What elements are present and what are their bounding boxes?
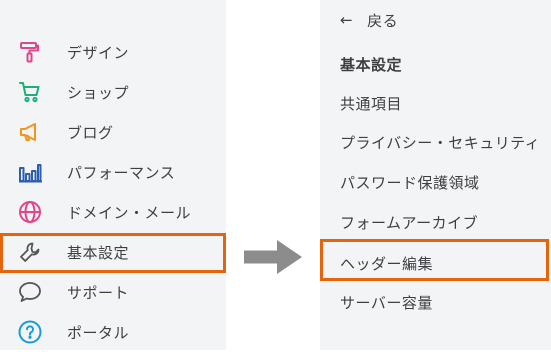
section-title: 基本設定 xyxy=(340,55,403,74)
menu-item-label: ブログ xyxy=(67,123,114,142)
back-label: 戻る xyxy=(367,11,399,30)
submenu-item-header-edit[interactable]: ヘッダー編集 xyxy=(320,243,551,283)
back-arrow-icon: ← xyxy=(340,11,354,29)
right-arrow-icon xyxy=(244,240,302,274)
megaphone-icon xyxy=(17,119,43,145)
menu-item-basic-settings[interactable]: 基本設定 xyxy=(0,232,226,272)
submenu-item-password-protected[interactable]: パスワード保護領域 xyxy=(320,162,551,202)
submenu-item-label: 共通項目 xyxy=(340,94,403,113)
menu-item-label: パフォーマンス xyxy=(67,163,176,182)
menu-item-label: ポータル xyxy=(67,323,130,342)
bar-chart-icon xyxy=(17,159,43,185)
back-button[interactable]: ← 戻る xyxy=(320,0,551,40)
menu-item-performance[interactable]: パフォーマンス xyxy=(0,152,226,192)
menu-item-blog[interactable]: ブログ xyxy=(0,112,226,152)
main-menu-panel: デザイン ショップ ブログ パフォーマンス ドメイン・メール 基本設定 サポート… xyxy=(0,0,226,350)
submenu-item-label: パスワード保護領域 xyxy=(340,173,480,192)
menu-item-design[interactable]: デザイン xyxy=(0,32,226,72)
menu-item-label: デザイン xyxy=(67,43,130,62)
basic-settings-submenu-panel: ← 戻る 基本設定 共通項目 プライバシー・セキュリティ パスワード保護領域 フ… xyxy=(320,0,551,350)
paint-roller-icon xyxy=(17,39,43,65)
submenu-item-label: サーバー容量 xyxy=(340,293,433,312)
submenu-item-label: プライバシー・セキュリティ xyxy=(340,133,541,152)
menu-item-label: ドメイン・メール xyxy=(67,203,192,222)
submenu-item-label: フォームアーカイブ xyxy=(340,213,479,232)
menu-item-shop[interactable]: ショップ xyxy=(0,72,226,112)
menu-item-label: サポート xyxy=(67,283,130,302)
menu-item-label: 基本設定 xyxy=(67,243,130,262)
chat-bubble-icon xyxy=(17,279,43,305)
menu-item-support[interactable]: サポート xyxy=(0,272,226,312)
globe-icon xyxy=(17,199,43,225)
submenu-item-form-archive[interactable]: フォームアーカイブ xyxy=(320,202,551,242)
submenu-item-server-capacity[interactable]: サーバー容量 xyxy=(320,282,551,322)
submenu-item-common[interactable]: 共通項目 xyxy=(320,83,551,123)
submenu-item-privacy-security[interactable]: プライバシー・セキュリティ xyxy=(320,122,551,162)
menu-item-portal[interactable]: ポータル xyxy=(0,312,226,352)
wrench-icon xyxy=(17,239,43,265)
submenu-item-label: ヘッダー編集 xyxy=(340,254,434,273)
menu-item-domain-mail[interactable]: ドメイン・メール xyxy=(0,192,226,232)
cart-icon xyxy=(17,79,43,105)
menu-item-label: ショップ xyxy=(67,83,130,102)
help-circle-icon xyxy=(17,319,43,345)
